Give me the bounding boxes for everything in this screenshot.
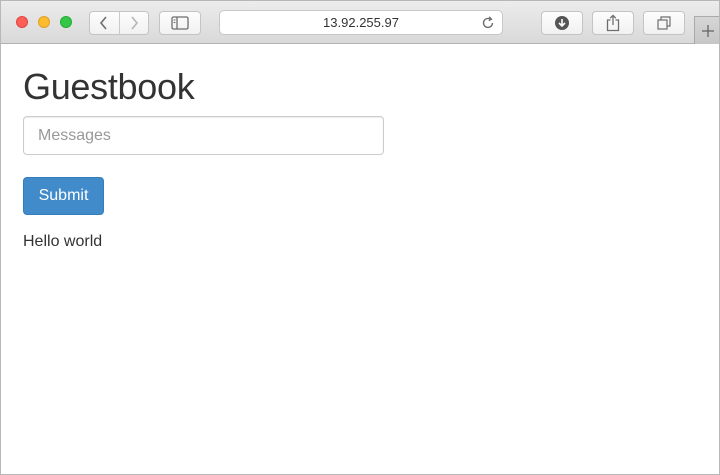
page-content: Guestbook Submit Hello world bbox=[23, 44, 719, 474]
zoom-window-button[interactable] bbox=[60, 16, 72, 28]
downloads-button[interactable] bbox=[541, 11, 583, 35]
browser-window: 13.92.255.97 Guestbook Messages Submit H… bbox=[0, 0, 720, 475]
plus-icon bbox=[701, 24, 714, 37]
page-title: Guestbook bbox=[23, 66, 195, 107]
back-button[interactable] bbox=[90, 12, 119, 34]
message-input[interactable] bbox=[23, 116, 384, 155]
sidebar-icon bbox=[171, 16, 189, 30]
guestbook-entry: Hello world bbox=[23, 233, 103, 250]
chevron-left-icon bbox=[100, 16, 108, 30]
guestbook-entries: Hello world bbox=[23, 233, 102, 251]
share-button[interactable] bbox=[592, 11, 634, 35]
submit-button[interactable]: Submit bbox=[23, 177, 104, 215]
sidebar-button[interactable] bbox=[159, 11, 201, 35]
minimize-window-button[interactable] bbox=[38, 16, 50, 28]
address-text: 13.92.255.97 bbox=[323, 15, 399, 30]
browser-toolbar: 13.92.255.97 bbox=[1, 1, 719, 44]
new-tab-button[interactable] bbox=[694, 16, 719, 44]
share-icon bbox=[606, 14, 620, 32]
chevron-right-icon bbox=[131, 16, 139, 30]
show-tabs-button[interactable] bbox=[643, 11, 685, 35]
navigation-buttons bbox=[89, 11, 149, 35]
download-icon bbox=[555, 16, 569, 30]
reload-icon[interactable] bbox=[480, 15, 496, 31]
tabs-icon bbox=[657, 16, 671, 30]
address-bar[interactable]: 13.92.255.97 bbox=[219, 10, 503, 35]
close-window-button[interactable] bbox=[16, 16, 28, 28]
forward-button[interactable] bbox=[118, 12, 148, 34]
